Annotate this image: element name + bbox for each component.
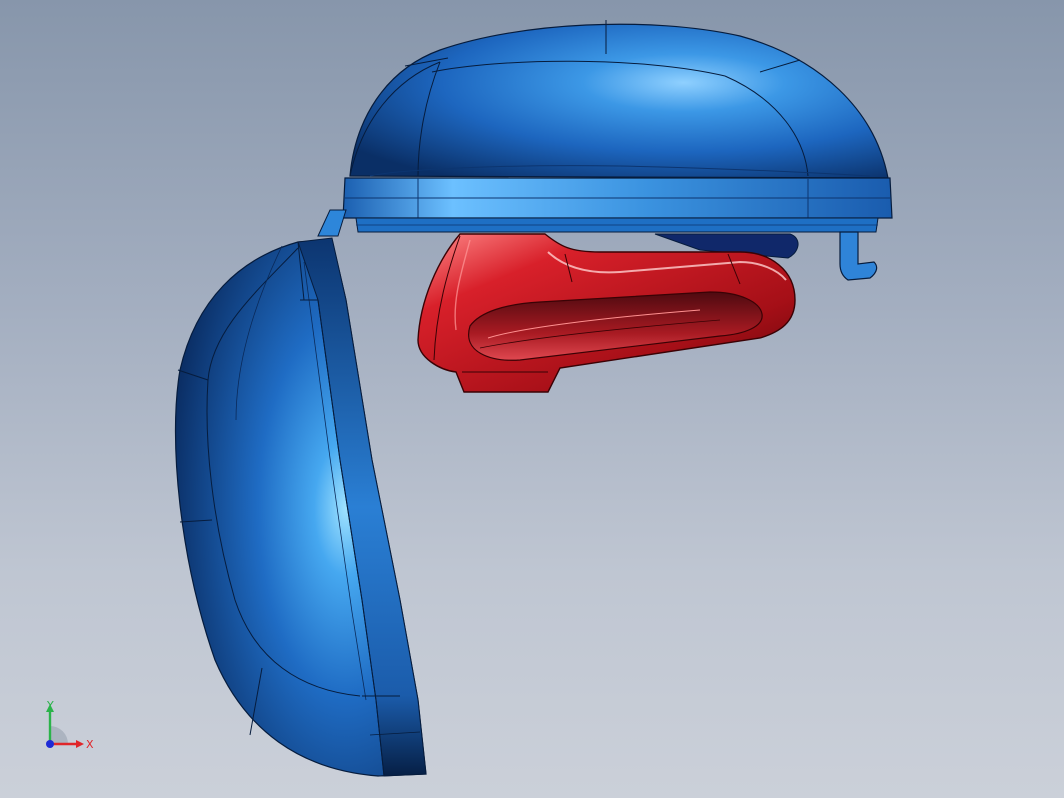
z-axis-dot [46,740,54,748]
mirror-frame[interactable] [417,233,796,393]
housing-side-cover[interactable] [174,237,427,777]
model-scene[interactable] [0,0,1064,798]
x-axis-label: X [86,738,94,751]
reference-triad: Y X [46,699,94,751]
housing-top-cover[interactable] [317,20,893,237]
graphics-viewport[interactable]: Y X [0,0,1064,798]
mounting-clip[interactable] [839,231,878,281]
y-axis-label: Y [46,699,54,712]
